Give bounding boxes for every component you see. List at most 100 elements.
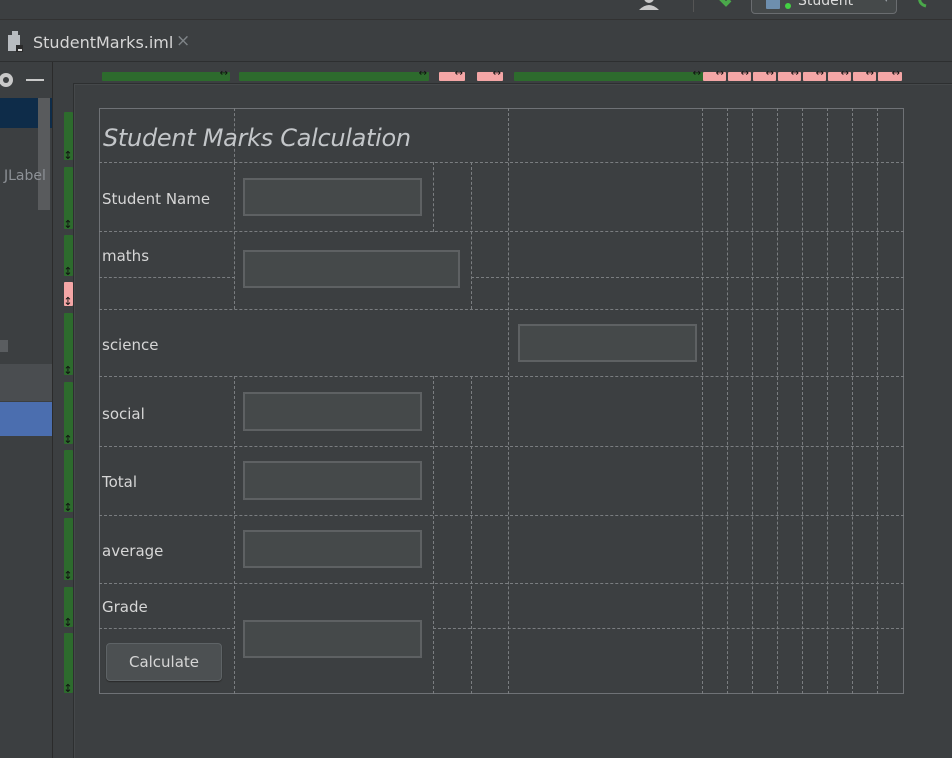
total-label[interactable]: Total [102, 473, 137, 491]
grid-line [99, 231, 904, 232]
row-ruler-grow[interactable]: ↔ [62, 450, 75, 512]
grid-line [777, 108, 778, 694]
column-ruler-grow[interactable]: ↔ [102, 68, 230, 81]
grid-line [99, 309, 904, 310]
grid-line [99, 628, 235, 629]
grow-arrow-icon: ↔ [740, 68, 749, 79]
grow-arrow-icon: ↔ [418, 68, 427, 79]
row-ruler-fixed[interactable]: ↔ [61, 282, 75, 306]
grid-line [99, 162, 904, 163]
module-file-icon [8, 31, 23, 52]
social-label[interactable]: social [102, 405, 145, 423]
column-ruler-fixed[interactable]: ↔ [728, 68, 751, 81]
column-ruler-fixed[interactable]: ↔ [853, 68, 876, 81]
row-ruler-grow[interactable]: ↔ [61, 112, 75, 160]
column-ruler-fixed[interactable]: ↔ [439, 68, 465, 81]
grow-arrow-icon: ↔ [692, 68, 701, 79]
user-dropdown-icon[interactable]: ▾ [668, 0, 673, 2]
column-ruler-fixed[interactable]: ↔ [878, 68, 902, 81]
sync-icon[interactable] [916, 0, 936, 8]
column-ruler-fixed[interactable]: ↔ [753, 68, 776, 81]
run-configuration-label: Student [798, 0, 854, 9]
grow-arrow-icon: ↔ [61, 683, 75, 693]
palette-scrollbar[interactable] [38, 98, 50, 210]
palette-item-icon [0, 340, 8, 352]
row-ruler-grow[interactable]: ↔ [61, 633, 75, 693]
column-ruler-fixed[interactable]: ↔ [778, 68, 801, 81]
student-name-label[interactable]: Student Name [102, 190, 210, 208]
student-name-field[interactable] [243, 178, 422, 216]
row-ruler-grow[interactable]: ↔ [61, 382, 75, 444]
row-ruler-grow[interactable]: ↔ [61, 518, 75, 580]
row-ruler-grow[interactable]: ↔ [61, 167, 75, 229]
grow-arrow-icon: ↔ [891, 68, 900, 79]
grow-arrow-icon: ↔ [454, 68, 463, 79]
grid-line [471, 162, 472, 309]
average-label[interactable]: average [102, 542, 163, 560]
application-icon [766, 0, 780, 9]
form-title-label[interactable]: Student Marks Calculation [103, 124, 411, 152]
grow-arrow-icon: ↔ [61, 365, 75, 375]
grid-line [471, 277, 904, 278]
social-field[interactable] [243, 392, 422, 431]
column-ruler-fixed[interactable]: ↔ [803, 68, 826, 81]
grid-line [234, 162, 235, 309]
run-configuration-selector[interactable]: Student ▾ [751, 0, 897, 14]
row-ruler-grow[interactable]: ↔ [61, 587, 75, 627]
gear-icon[interactable] [0, 70, 16, 90]
grid-line [99, 583, 904, 584]
average-field[interactable] [243, 530, 422, 568]
palette-item-jlabel[interactable]: JLabel [4, 167, 46, 185]
grow-arrow-icon: ↔ [840, 68, 849, 79]
grow-arrow-icon: ↔ [865, 68, 874, 79]
column-ruler-fixed[interactable]: ↔ [477, 68, 503, 81]
column-ruler-grow[interactable]: ↔ [514, 68, 703, 81]
grid-line [433, 162, 434, 232]
grow-arrow-icon: ↔ [61, 219, 75, 229]
toolbar-separator [693, 0, 694, 12]
user-icon[interactable] [637, 0, 663, 10]
column-ruler-grow[interactable]: ↔ [239, 68, 429, 81]
palette-item-selected[interactable] [0, 402, 52, 436]
science-label[interactable]: science [102, 336, 158, 354]
grow-arrow-icon: ↔ [61, 570, 75, 580]
row-ruler-grow[interactable]: ↔ [61, 313, 75, 375]
close-icon[interactable]: × [176, 31, 190, 51]
grid-line [802, 108, 803, 694]
grow-arrow-icon: ↔ [61, 296, 75, 306]
grid-line [99, 515, 904, 516]
grid-line [827, 108, 828, 694]
row-ruler-grow[interactable]: ↔ [61, 235, 75, 276]
form-root-panel[interactable] [99, 108, 904, 694]
calculate-button[interactable]: Calculate [106, 643, 222, 681]
science-field[interactable] [518, 324, 697, 362]
total-field[interactable] [243, 461, 422, 500]
grid-line [727, 108, 728, 694]
grid-line [99, 277, 235, 278]
palette-item[interactable] [0, 364, 52, 401]
grid-line [752, 108, 753, 694]
grow-arrow-icon: ↔ [715, 68, 724, 79]
grow-arrow-icon: ↔ [61, 150, 75, 160]
grade-label[interactable]: Grade [102, 598, 148, 616]
grid-line [852, 108, 853, 694]
maths-field[interactable] [243, 250, 460, 288]
grid-line [508, 108, 509, 694]
grow-arrow-icon: ↔ [765, 68, 774, 79]
column-ruler-fixed[interactable]: ↔ [703, 68, 726, 81]
tab-studentmarks[interactable]: StudentMarks.iml [33, 33, 173, 53]
grow-arrow-icon: ↔ [219, 68, 228, 79]
grow-arrow-icon: ↔ [815, 68, 824, 79]
grid-line [471, 376, 472, 694]
grow-arrow-icon: ↔ [61, 434, 75, 444]
grow-arrow-icon: ↔ [492, 68, 501, 79]
maths-label[interactable]: maths [102, 247, 149, 265]
grow-arrow-icon: ↔ [61, 266, 75, 276]
column-ruler-fixed[interactable]: ↔ [828, 68, 851, 81]
grade-field[interactable] [243, 620, 422, 658]
grid-line [99, 446, 904, 447]
minimize-icon[interactable] [26, 79, 44, 81]
grid-line [702, 108, 703, 694]
grow-arrow-icon: ↔ [61, 617, 75, 627]
hammer-icon[interactable] [712, 0, 734, 8]
